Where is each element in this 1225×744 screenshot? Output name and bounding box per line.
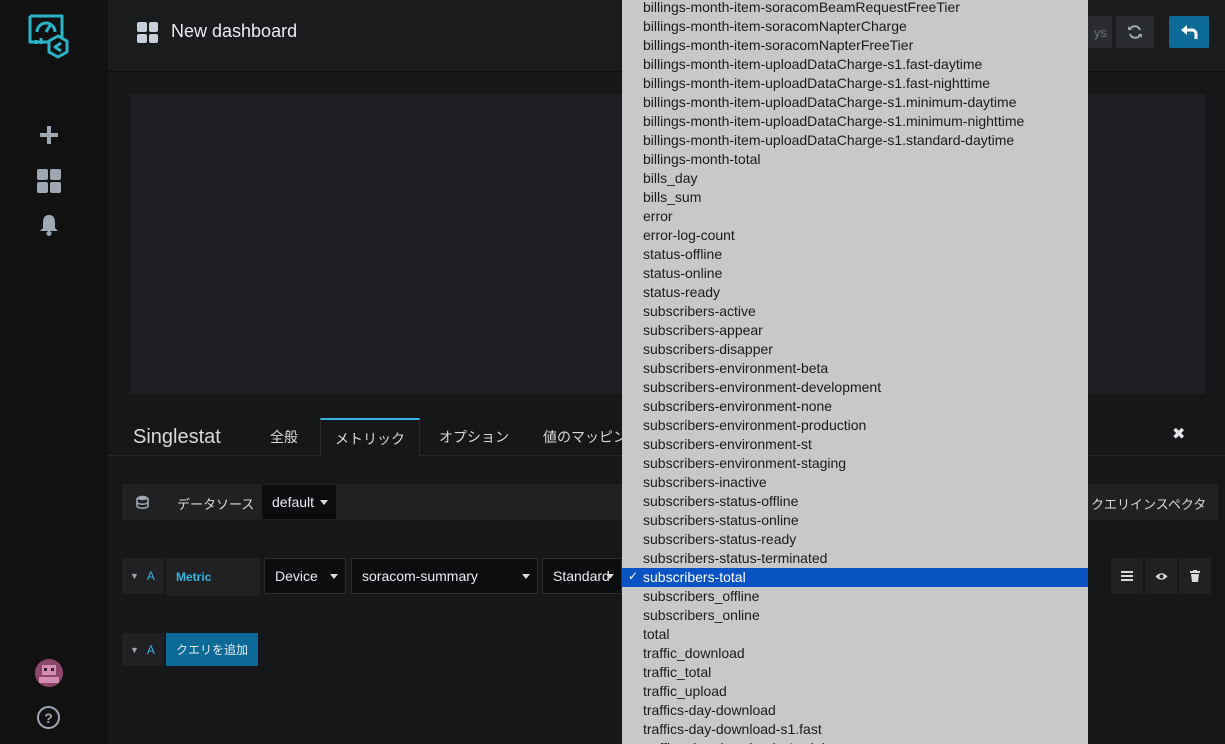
dropdown-item[interactable]: billings-month-item-uploadDataCharge-s1.…: [622, 93, 1088, 112]
dropdown-item[interactable]: subscribers-environment-none: [622, 397, 1088, 416]
avatar[interactable]: [35, 659, 63, 687]
dropdown-item[interactable]: status-offline: [622, 245, 1088, 264]
datasource-value: default: [272, 494, 315, 510]
stat-select[interactable]: Standard: [542, 558, 622, 594]
tab-metrics[interactable]: メトリック: [320, 418, 420, 457]
tab-options[interactable]: オプション: [425, 418, 523, 456]
check-icon: ✓: [628, 569, 639, 583]
query-collapse-toggle[interactable]: ▼ A: [122, 558, 164, 594]
device-select[interactable]: Device: [264, 558, 346, 594]
dropdown-item[interactable]: subscribers-active: [622, 302, 1088, 321]
dropdown-item[interactable]: subscribers-environment-production: [622, 416, 1088, 435]
chevron-down-icon: [522, 574, 530, 579]
dropdown-item[interactable]: billings-month-item-uploadDataCharge-s1.…: [622, 74, 1088, 93]
close-icon[interactable]: ✖: [1172, 424, 1185, 444]
metric-label: Metric: [166, 558, 260, 596]
dropdown-item[interactable]: error: [622, 207, 1088, 226]
dropdown-item[interactable]: subscribers-environment-development: [622, 378, 1088, 397]
add-query-ref-id: A: [146, 642, 155, 657]
help-icon[interactable]: ?: [37, 706, 60, 729]
stat-select-value: Standard: [553, 568, 610, 584]
sidebar: ?: [0, 0, 108, 744]
dropdown-item[interactable]: billings-month-item-soracomNapterFreeTie…: [622, 36, 1088, 55]
dropdown-item[interactable]: subscribers-inactive: [622, 473, 1088, 492]
datasource-select[interactable]: default: [262, 485, 336, 519]
dropdown-item[interactable]: bills_sum: [622, 188, 1088, 207]
chevron-down-icon: [330, 574, 338, 579]
caret-down-icon: ▼: [130, 644, 139, 655]
dropdown-item[interactable]: subscribers-status-terminated: [622, 549, 1088, 568]
dropdown-item[interactable]: subscribers_online: [622, 606, 1088, 625]
add-query-toggle[interactable]: ▼ A: [122, 633, 164, 666]
add-query-button[interactable]: クエリを追加: [166, 633, 258, 666]
database-icon: [136, 495, 149, 512]
eye-icon[interactable]: [1145, 558, 1177, 594]
dropdown-item[interactable]: traffic_total: [622, 663, 1088, 682]
chevron-down-icon: [606, 574, 614, 579]
plus-icon[interactable]: [36, 122, 62, 148]
dropdown-item[interactable]: billings-month-total: [622, 150, 1088, 169]
device-select-value: Device: [275, 568, 318, 584]
dropdown-item[interactable]: bills_day: [622, 169, 1088, 188]
dropdown-item[interactable]: subscribers-status-ready: [622, 530, 1088, 549]
hamburger-icon[interactable]: [1111, 558, 1143, 594]
dropdown-item[interactable]: subscribers_offline: [622, 587, 1088, 606]
dropdown-item[interactable]: traffic_upload: [622, 682, 1088, 701]
panel-type-title: Singlestat: [133, 426, 221, 448]
dropdown-item[interactable]: subscribers-status-offline: [622, 492, 1088, 511]
query-inspector-button[interactable]: クエリインスペクタ: [1091, 494, 1206, 513]
dropdown-item[interactable]: status-ready: [622, 283, 1088, 302]
dropdown-item[interactable]: billings-month-item-soracomNapterCharge: [622, 17, 1088, 36]
dropdown-item[interactable]: total: [622, 625, 1088, 644]
refresh-icon[interactable]: [1116, 16, 1154, 48]
dropdown-item[interactable]: billings-month-item-uploadDataCharge-s1.…: [622, 131, 1088, 150]
logo-icon[interactable]: [22, 10, 78, 62]
dashboard-title[interactable]: New dashboard: [171, 21, 297, 42]
back-icon[interactable]: [1169, 16, 1209, 48]
tab-general[interactable]: 全般: [256, 418, 312, 456]
metric-dropdown-list[interactable]: billings-month-item-soracomBeamRequestFr…: [622, 0, 1088, 744]
dropdown-item[interactable]: billings-month-item-soracomBeamRequestFr…: [622, 0, 1088, 17]
dropdown-item[interactable]: traffics-day-download: [622, 701, 1088, 720]
chevron-down-icon: [320, 499, 329, 505]
dashboards-icon: [137, 22, 158, 43]
dropdown-item[interactable]: subscribers-disapper: [622, 340, 1088, 359]
dropdown-item[interactable]: error-log-count: [622, 226, 1088, 245]
datasource-label: データソース: [177, 497, 255, 512]
dashboards-icon[interactable]: [36, 168, 62, 194]
trash-icon[interactable]: [1179, 558, 1211, 594]
dropdown-item[interactable]: subscribers-environment-st: [622, 435, 1088, 454]
dropdown-item[interactable]: billings-month-item-uploadDataCharge-s1.…: [622, 55, 1088, 74]
bell-icon[interactable]: [36, 212, 62, 238]
dropdown-item-selected[interactable]: subscribers-total: [622, 568, 1088, 587]
caret-down-icon: ▼: [130, 571, 139, 581]
dropdown-item[interactable]: traffics-day-download-s1.fast: [622, 720, 1088, 739]
namespace-select-value: soracom-summary: [362, 568, 478, 584]
dropdown-item[interactable]: traffic_download: [622, 644, 1088, 663]
dropdown-item[interactable]: billings-month-item-uploadDataCharge-s1.…: [622, 112, 1088, 131]
dropdown-item[interactable]: subscribers-status-online: [622, 511, 1088, 530]
dropdown-item[interactable]: subscribers-appear: [622, 321, 1088, 340]
dropdown-item[interactable]: subscribers-environment-staging: [622, 454, 1088, 473]
dropdown-item[interactable]: traffics-day-download-s1.minimum: [622, 739, 1088, 744]
dropdown-item[interactable]: status-online: [622, 264, 1088, 283]
query-ref-id: A: [146, 569, 155, 583]
dropdown-item[interactable]: subscribers-environment-beta: [622, 359, 1088, 378]
namespace-select[interactable]: soracom-summary: [351, 558, 538, 594]
